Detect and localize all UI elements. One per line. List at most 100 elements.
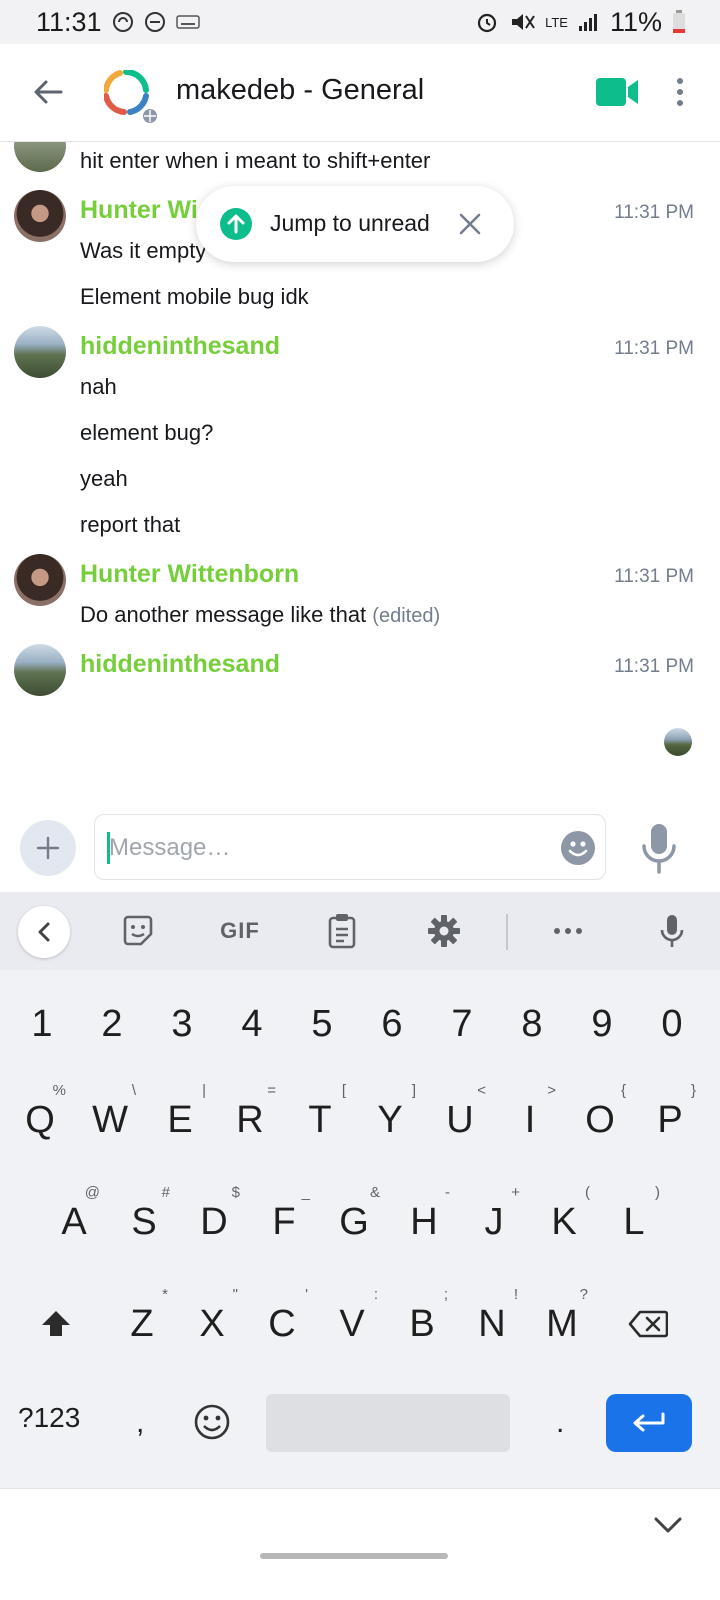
sender-name[interactable]: Hunter Wi bbox=[80, 196, 198, 225]
backspace-key[interactable] bbox=[618, 1284, 678, 1364]
key-w[interactable]: W \ bbox=[80, 1080, 140, 1160]
avatar[interactable] bbox=[14, 554, 66, 606]
message-body[interactable]: nah bbox=[80, 374, 117, 400]
avatar[interactable] bbox=[14, 142, 66, 172]
read-receipt-avatar[interactable] bbox=[664, 728, 692, 756]
voice-message-button[interactable] bbox=[634, 818, 684, 878]
video-call-button[interactable] bbox=[596, 76, 640, 108]
key-q[interactable]: Q% bbox=[10, 1080, 70, 1160]
key-9[interactable]: 9 bbox=[572, 984, 632, 1064]
key-u[interactable]: U < bbox=[430, 1080, 490, 1160]
key-hint: ! bbox=[513, 1286, 518, 1303]
key-6[interactable]: 6 bbox=[362, 984, 422, 1064]
space-bar[interactable] bbox=[266, 1394, 510, 1452]
comma-key[interactable]: , bbox=[136, 1406, 144, 1440]
keyboard-collapse-button[interactable] bbox=[18, 906, 70, 958]
sender-name[interactable]: hiddeninthesand bbox=[80, 332, 280, 361]
mute-icon bbox=[509, 10, 535, 34]
message-body[interactable]: Element mobile bug idk bbox=[80, 284, 309, 310]
key-h[interactable]: H- bbox=[394, 1182, 454, 1262]
more-options-button[interactable] bbox=[668, 74, 692, 110]
key-o[interactable]: O{ bbox=[570, 1080, 630, 1160]
key-t[interactable]: T[ bbox=[290, 1080, 350, 1160]
key-hint: ' bbox=[305, 1286, 308, 1303]
key-hint: > bbox=[547, 1082, 556, 1099]
avatar[interactable] bbox=[14, 326, 66, 378]
key-v[interactable]: V: bbox=[322, 1284, 382, 1364]
message-input[interactable] bbox=[109, 829, 529, 867]
sender-name[interactable]: Hunter Wittenborn bbox=[80, 560, 299, 589]
message-timeline[interactable]: hit enter when i meant to shift+enter Hu… bbox=[0, 142, 720, 814]
key-8[interactable]: 8 bbox=[502, 984, 562, 1064]
key-d[interactable]: D $ bbox=[184, 1182, 244, 1262]
key-hint: \ bbox=[131, 1082, 136, 1099]
jump-to-unread-label[interactable]: Jump to unread bbox=[270, 210, 430, 237]
key-m[interactable]: M? bbox=[532, 1284, 592, 1364]
message-box[interactable] bbox=[94, 814, 606, 880]
period-key[interactable]: . bbox=[556, 1406, 564, 1440]
emoji-key[interactable] bbox=[192, 1402, 232, 1442]
keyboard-settings-button[interactable] bbox=[424, 910, 464, 952]
enter-key[interactable] bbox=[606, 1394, 692, 1452]
avatar[interactable] bbox=[14, 190, 66, 242]
key-3[interactable]: 3 bbox=[152, 984, 212, 1064]
key-hint: = bbox=[267, 1082, 276, 1099]
key-z[interactable]: Z * bbox=[112, 1284, 172, 1364]
network-label: LTE bbox=[545, 14, 568, 30]
emoji-button[interactable] bbox=[561, 831, 595, 865]
shift-key[interactable] bbox=[26, 1284, 86, 1364]
more-tools-button[interactable] bbox=[548, 910, 588, 952]
message-body[interactable]: Do another message like that (edited) bbox=[80, 602, 440, 628]
key-label: L bbox=[623, 1200, 645, 1243]
key-b[interactable]: B; bbox=[392, 1284, 452, 1364]
key-5[interactable]: 5 bbox=[292, 984, 352, 1064]
close-icon[interactable] bbox=[454, 208, 486, 240]
jump-to-unread-pill[interactable]: Jump to unread bbox=[196, 186, 514, 262]
soft-keyboard: GIF 1234567890 Q% W \ E | R = T[Y] U < I > O{P} A @ S #… bbox=[0, 892, 720, 1488]
message-body[interactable]: element bug? bbox=[80, 420, 213, 446]
message-body[interactable]: hit enter when i meant to shift+enter bbox=[80, 148, 430, 174]
key-f[interactable]: F _ bbox=[254, 1182, 314, 1262]
key-y[interactable]: Y] bbox=[360, 1080, 420, 1160]
key-1[interactable]: 1 bbox=[12, 984, 72, 1064]
key-hint: * bbox=[162, 1286, 168, 1303]
attachment-button[interactable] bbox=[20, 820, 76, 876]
edited-marker[interactable]: (edited) bbox=[372, 605, 440, 627]
key-j[interactable]: J + bbox=[464, 1182, 524, 1262]
message-body[interactable]: Was it empty bbox=[80, 238, 206, 264]
key-l[interactable]: L) bbox=[604, 1182, 664, 1262]
key-c[interactable]: C ' bbox=[252, 1284, 312, 1364]
hide-keyboard-button[interactable] bbox=[650, 1513, 686, 1541]
message-body[interactable]: report that bbox=[80, 512, 180, 538]
more-dot-icon bbox=[677, 78, 683, 84]
home-indicator[interactable] bbox=[260, 1553, 448, 1559]
key-x[interactable]: X " bbox=[182, 1284, 242, 1364]
key-p[interactable]: P} bbox=[640, 1080, 700, 1160]
key-k[interactable]: K( bbox=[534, 1182, 594, 1262]
key-a[interactable]: A @ bbox=[44, 1182, 104, 1262]
room-avatar[interactable] bbox=[103, 68, 159, 125]
room-title[interactable]: makedeb - General bbox=[176, 74, 424, 107]
sender-name[interactable]: hiddeninthesand bbox=[80, 650, 280, 679]
symbols-key[interactable]: ?123 bbox=[18, 1402, 80, 1434]
key-7[interactable]: 7 bbox=[432, 984, 492, 1064]
key-g[interactable]: G & bbox=[324, 1182, 384, 1262]
key-4[interactable]: 4 bbox=[222, 984, 282, 1064]
key-r[interactable]: R = bbox=[220, 1080, 280, 1160]
key-2[interactable]: 2 bbox=[82, 984, 142, 1064]
key-hint: + bbox=[511, 1184, 520, 1201]
key-n[interactable]: N! bbox=[462, 1284, 522, 1364]
clipboard-button[interactable] bbox=[322, 910, 362, 952]
key-s[interactable]: S # bbox=[114, 1182, 174, 1262]
sticker-button[interactable] bbox=[118, 910, 158, 952]
clipboard-icon bbox=[328, 914, 356, 949]
message-body[interactable]: yeah bbox=[80, 466, 128, 492]
back-button[interactable] bbox=[28, 72, 68, 112]
key-i[interactable]: I > bbox=[500, 1080, 560, 1160]
key-0[interactable]: 0 bbox=[642, 984, 702, 1064]
voice-typing-button[interactable] bbox=[652, 910, 692, 952]
gif-button[interactable]: GIF bbox=[212, 910, 268, 952]
key-label: G bbox=[339, 1200, 369, 1243]
avatar[interactable] bbox=[14, 644, 66, 696]
key-e[interactable]: E | bbox=[150, 1080, 210, 1160]
